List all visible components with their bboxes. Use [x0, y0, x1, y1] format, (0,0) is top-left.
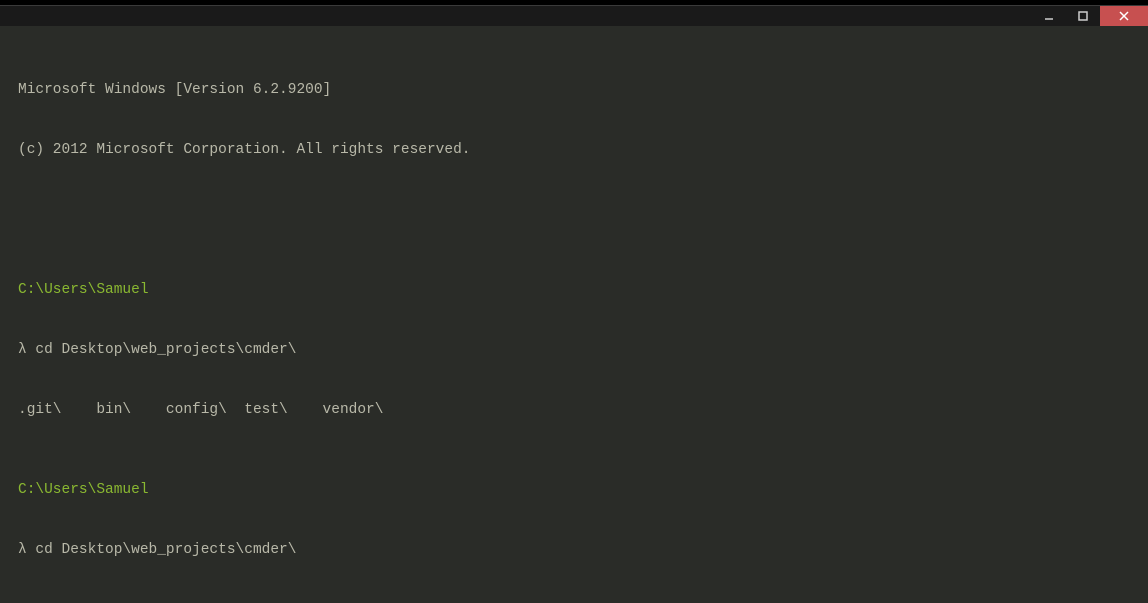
terminal-content[interactable]: Microsoft Windows [Version 6.2.9200] (c)…: [0, 26, 1148, 603]
command-line: λ cd Desktop\web_projects\cmder\: [18, 340, 1130, 360]
window-controls: [1032, 6, 1148, 26]
cd-command: cd Desktop\web_projects\cmder\: [27, 342, 297, 358]
lambda-prompt: λ: [18, 342, 27, 358]
blank-line: [18, 200, 1130, 220]
header-line-1: Microsoft Windows [Version 6.2.9200]: [18, 80, 1130, 100]
directory-listing: .git\ bin\ config\ test\ vendor\: [18, 400, 1130, 420]
maximize-button[interactable]: [1066, 6, 1100, 26]
minimize-button[interactable]: [1032, 6, 1066, 26]
command-line: λ cd Desktop\web_projects\cmder\: [18, 540, 1130, 560]
prompt-path: C:\Users\Samuel: [18, 480, 1130, 500]
terminal-window: Microsoft Windows [Version 6.2.9200] (c)…: [0, 0, 1148, 603]
prompt-path: C:\Users\Samuel: [18, 280, 1130, 300]
close-button[interactable]: [1100, 6, 1148, 26]
title-bar: [0, 6, 1148, 26]
lambda-prompt: λ: [18, 542, 27, 558]
header-line-2: (c) 2012 Microsoft Corporation. All righ…: [18, 140, 1130, 160]
cd-command: cd Desktop\web_projects\cmder\: [27, 542, 297, 558]
